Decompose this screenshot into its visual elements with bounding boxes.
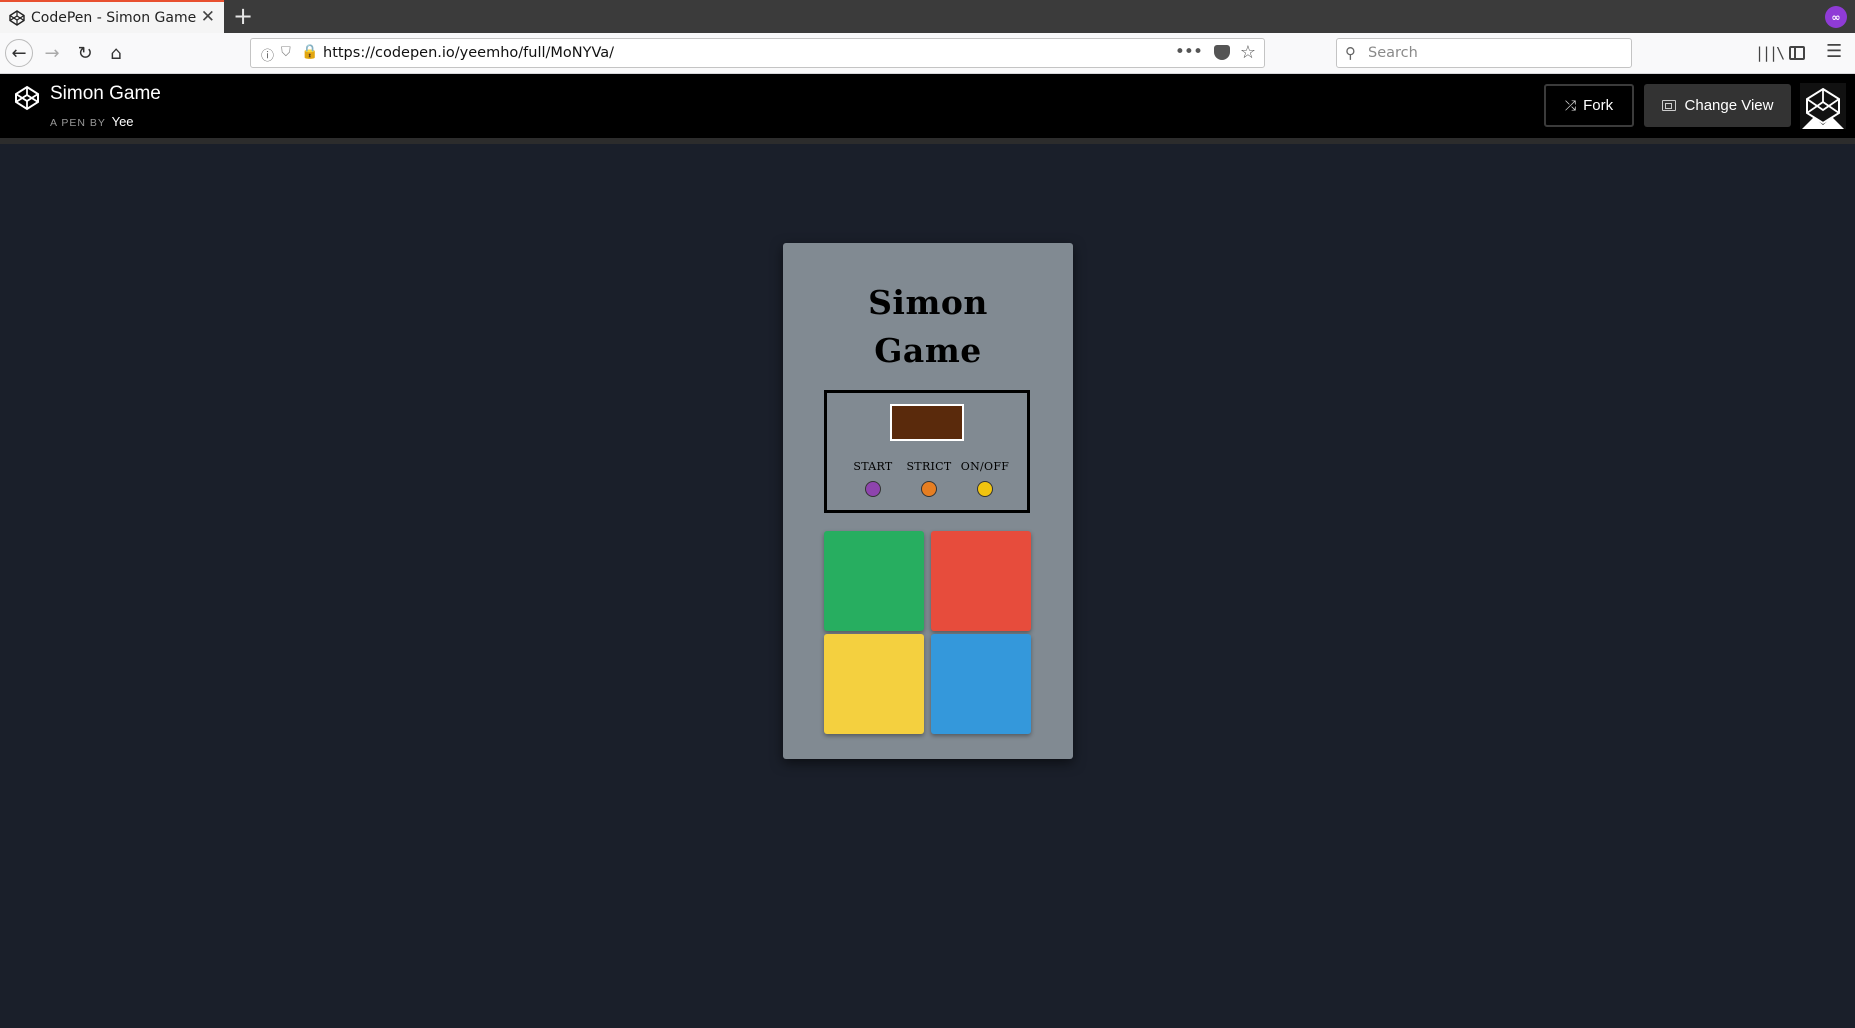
start-label: START [853,460,893,473]
blue-pad[interactable] [931,634,1031,734]
sidebar-toggle-icon[interactable] [1789,46,1805,60]
header-divider [0,138,1855,144]
search-icon: ⚲ [1345,44,1356,62]
info-icon[interactable]: ⓘ [261,45,274,64]
yellow-pad[interactable] [824,634,924,734]
game-title-line-2: Game [874,331,982,370]
home-button[interactable]: ⌂ [102,39,130,67]
pen-title: Simon Game [50,83,161,104]
game-title-line-1: Simon [868,283,988,322]
strict-button[interactable] [921,481,937,497]
browser-tab[interactable]: CodePen - Simon Game ✕ [0,0,224,33]
on-off-label: ON/OFF [960,460,1010,473]
new-tab-button[interactable]: + [233,2,253,30]
on-off-button[interactable] [977,481,993,497]
reload-button[interactable]: ↻ [71,39,99,67]
codepen-favicon-icon [9,9,25,26]
search-bar[interactable]: ⚲ Search [1336,38,1632,68]
tab-title: CodePen - Simon Game [31,9,197,26]
lock-icon[interactable]: 🔒 [301,44,318,60]
change-view-button[interactable]: Change View [1644,84,1791,127]
browser-nav-bar: ← → ↻ ⌂ ⓘ ⛉ 🔒 https://codepen.io/yeemho/… [0,33,1855,74]
pocket-icon[interactable] [1214,45,1230,60]
browser-tab-strip: CodePen - Simon Game ✕ + ∞ [0,0,1855,33]
start-button[interactable] [865,481,881,497]
byline-prefix: A PEN BY [50,117,106,129]
simon-game-card: Simon Game START STRICT ON/OFF [783,243,1073,759]
url-text[interactable]: https://codepen.io/yeemho/full/MoNYVa/ [323,45,614,61]
library-icon[interactable]: |||\ [1755,44,1785,62]
game-title: Simon Game [783,279,1073,375]
codepen-logo-icon[interactable] [14,85,40,111]
forward-button[interactable]: → [38,39,66,67]
codepen-header: Simon Game A PEN BY Yee ⤮ Fork Change Vi… [0,74,1855,138]
tracking-shield-icon[interactable]: ⛉ [281,45,291,60]
strict-label: STRICT [906,460,952,473]
bookmark-star-icon[interactable]: ☆ [1240,42,1256,63]
fork-icon: ⤮ [1564,97,1577,113]
count-display [890,404,964,441]
red-pad[interactable] [931,531,1031,631]
pen-author-link[interactable]: Yee [112,114,134,129]
change-view-icon [1661,100,1676,111]
url-bar[interactable]: ⓘ ⛉ 🔒 https://codepen.io/yeemho/full/MoN… [250,38,1265,68]
search-input[interactable]: Search [1368,45,1418,61]
hamburger-menu-icon[interactable]: ☰ [1826,41,1842,62]
tab-close-icon[interactable]: ✕ [201,7,215,27]
pen-byline: A PEN BY Yee [50,114,134,129]
private-browsing-icon: ∞ [1825,6,1847,28]
fork-label: Fork [1583,97,1614,114]
page-actions-icon[interactable]: ••• [1175,42,1203,62]
change-view-label: Change View [1684,97,1774,114]
fork-button[interactable]: ⤮ Fork [1544,84,1634,127]
green-pad[interactable] [824,531,924,631]
control-panel: START STRICT ON/OFF [824,390,1030,513]
back-button[interactable]: ← [5,39,33,67]
user-avatar[interactable] [1800,83,1846,129]
